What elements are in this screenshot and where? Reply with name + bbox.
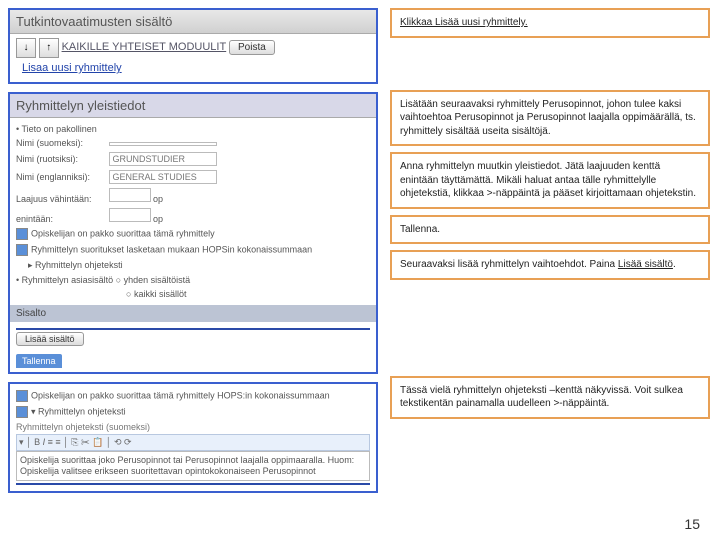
- bottom-editor-panel: Opiskelijan on pakko suorittaa tämä ryhm…: [8, 382, 378, 493]
- top-grouping-panel: Tutkintovaatimusten sisältö ↓ ↑ KAIKILLE…: [8, 8, 378, 84]
- name-sv-field[interactable]: GRUNDSTUDIER: [109, 152, 217, 166]
- module-link[interactable]: KAIKILLE YHTEISET MODUULIT: [62, 41, 227, 53]
- add-grouping-link[interactable]: Lisaa uusi ryhmittely: [16, 58, 370, 78]
- name-fi-field[interactable]: [109, 142, 217, 146]
- chk-sum[interactable]: [16, 244, 28, 256]
- name-en-field[interactable]: GENERAL STUDIES: [109, 170, 217, 184]
- callout-2: Lisätään seuraavaksi ryhmittely Perusopi…: [390, 90, 710, 147]
- extent-max-input[interactable]: [109, 208, 151, 222]
- help-label[interactable]: Ryhmittelyn ohjeteksti: [35, 260, 123, 270]
- editor-toolbar[interactable]: ▾ │ B I ≡ ≡ │ ⎘ ✂ 📋 │ ⟲ ⟳: [16, 434, 370, 451]
- extent-min-input[interactable]: [109, 188, 151, 202]
- grouping-details-panel: Ryhmittelyn yleistiedot • Tieto on pakol…: [8, 92, 378, 374]
- arrow-down-icon[interactable]: ↓: [16, 38, 36, 58]
- remove-button[interactable]: Poista: [229, 40, 275, 55]
- chk-b2[interactable]: [16, 406, 28, 418]
- details-header: Ryhmittelyn yleistiedot: [10, 94, 376, 118]
- name-fi-label: Nimi (suomeksi):: [16, 138, 106, 148]
- add-content-button[interactable]: Lisää sisältö: [16, 332, 84, 346]
- editor-content[interactable]: Opiskelija suorittaa joko Perusopinnot t…: [16, 451, 370, 481]
- name-en-label: Nimi (englanniksi):: [16, 172, 106, 182]
- sisalto-header: Sisalto: [10, 305, 376, 322]
- required-note: • Tieto on pakollinen: [16, 122, 370, 136]
- page-number: 15: [684, 516, 700, 532]
- content-label: Ryhmittelyn asiasisältö: [22, 275, 114, 285]
- chk-required[interactable]: [16, 228, 28, 240]
- callout-3: Anna ryhmittelyn muutkin yleistiedot. Jä…: [390, 152, 710, 209]
- callout-1: Klikkaa Lisää uusi ryhmittely.: [390, 8, 710, 38]
- callout-6: Tässä vielä ryhmittelyn ohjeteksti –kent…: [390, 376, 710, 419]
- max-label: enintään:: [16, 214, 106, 224]
- panel-title: Tutkintovaatimusten sisältö: [10, 10, 376, 34]
- arrow-up-icon[interactable]: ↑: [39, 38, 59, 58]
- save-button[interactable]: Tallenna: [16, 354, 62, 368]
- editor-label: Ryhmittelyn ohjeteksti (suomeksi): [16, 420, 370, 434]
- chk-b1[interactable]: [16, 390, 28, 402]
- callout-4: Tallenna.: [390, 215, 710, 245]
- name-sv-label: Nimi (ruotsiksi):: [16, 154, 106, 164]
- callout-5: Seuraavaksi lisää ryhmittelyn vaihtoehdo…: [390, 250, 710, 280]
- extent-label: Laajuus vähintään:: [16, 194, 106, 204]
